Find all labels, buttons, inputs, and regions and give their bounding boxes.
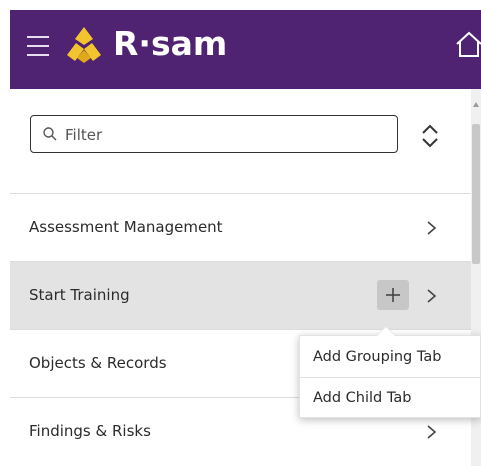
app-frame: R·sam Assessment Management [10,10,481,466]
add-tab-button[interactable] [377,280,409,310]
popup-arrow [377,327,395,336]
scroll-up-icon[interactable] [472,101,480,109]
menu-item-label: Assessment Management [29,218,223,236]
filter-field[interactable] [30,115,398,153]
menu-item-label: Findings & Risks [29,422,151,440]
brand-name: R·sam [113,24,228,63]
menu-item-label: Objects & Records [29,354,167,372]
hamburger-icon[interactable] [27,34,49,58]
chevron-right-icon[interactable] [426,424,438,440]
home-icon[interactable] [454,30,481,60]
add-grouping-tab-option[interactable]: Add Grouping Tab [300,337,481,377]
scrollbar-thumb[interactable] [472,124,480,264]
plus-icon [386,288,400,302]
chevron-right-icon[interactable] [426,220,438,236]
chevron-right-icon[interactable] [426,288,438,304]
add-child-tab-option[interactable]: Add Child Tab [300,378,481,418]
sort-toggle-icon[interactable] [420,123,440,149]
search-icon [43,127,57,141]
menu-item-label: Start Training [29,286,130,304]
menu-item-start-training[interactable]: Start Training [10,261,471,329]
add-tab-popup-menu: Add Grouping Tab Add Child Tab [299,327,481,418]
menu-item-assessment-management[interactable]: Assessment Management [10,193,471,261]
menu-list: Assessment Management Start Training Obj… [10,193,471,465]
rsam-logo-icon [67,27,101,63]
app-header: R·sam [10,10,481,89]
filter-input[interactable] [63,122,387,148]
